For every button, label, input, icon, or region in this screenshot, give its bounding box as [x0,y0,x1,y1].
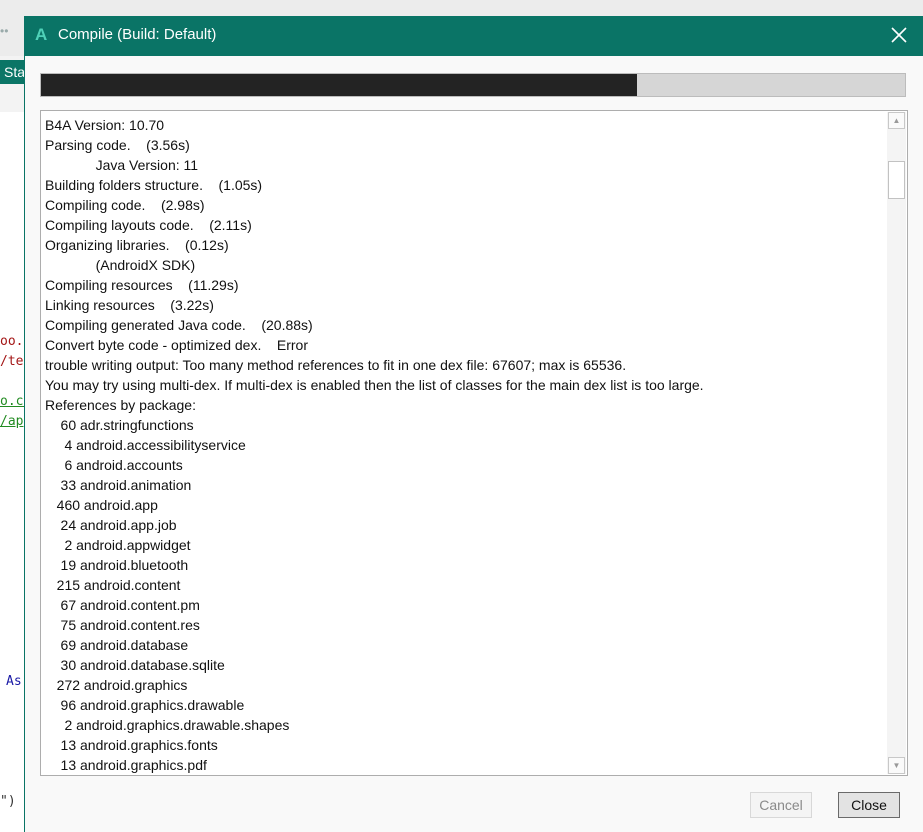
vertical-scrollbar[interactable]: ▲ ▼ [887,112,906,774]
log-line: 460 android.app [45,497,158,513]
compile-log[interactable]: B4A Version: 10.70 Parsing code. (3.56s) … [40,110,908,776]
log-line: Java Version: 11 [45,157,199,173]
compile-dialog: A Compile (Build: Default) B4A Version: … [24,16,923,832]
log-line: Linking resources (3.22s) [45,297,214,313]
log-line: 24 android.app.job [45,517,177,533]
log-line: References by package: [45,397,196,413]
scroll-down-icon[interactable]: ▼ [888,757,905,774]
close-icon[interactable] [886,22,912,48]
b4a-app-icon: A [35,25,48,44]
log-lines: B4A Version: 10.70 Parsing code. (3.56s) … [45,115,704,775]
log-line: 13 android.graphics.fonts [45,737,218,753]
code-fragment: ") [0,794,16,809]
code-fragment: /te [0,354,24,369]
log-line: You may try using multi-dex. If multi-de… [45,377,704,393]
log-line: 6 android.accounts [45,457,183,473]
log-line: Parsing code. (3.56s) [45,137,190,153]
log-line: Compiling generated Java code. (20.88s) [45,317,313,333]
log-line: 67 android.content.pm [45,597,200,613]
log-line: 2 android.graphics.drawable.shapes [45,717,290,733]
code-fragment: As [6,674,22,689]
title-bar[interactable]: A Compile (Build: Default) [25,16,923,56]
progress-bar [40,73,906,97]
log-line: 69 android.database [45,637,189,653]
log-line: Building folders structure. (1.05s) [45,177,263,193]
log-line: 60 adr.stringfunctions [45,417,194,433]
code-fragment: /ap [0,414,24,429]
log-line: 2 android.appwidget [45,537,191,553]
log-line: 19 android.bluetooth [45,557,189,573]
log-line: 96 android.graphics.drawable [45,697,245,713]
more-icon: •• [0,24,9,38]
log-line: Compiling layouts code. (2.11s) [45,217,252,233]
log-line: 30 android.database.sqlite [45,657,225,673]
log-line: trouble writing output: Too many method … [45,357,627,373]
log-line: Convert byte code - optimized dex. Error [45,337,308,353]
scrollbar-thumb[interactable] [888,161,905,199]
log-line: Compiling code. (2.98s) [45,197,205,213]
log-line: 272 android.graphics [45,677,188,693]
log-line: Compiling resources (11.29s) [45,277,239,293]
scroll-up-icon[interactable]: ▲ [888,112,905,129]
progress-fill [41,74,638,96]
log-line: 33 android.animation [45,477,192,493]
log-line: 13 android.graphics.pdf [45,757,207,773]
cancel-button[interactable]: Cancel [750,792,812,818]
log-line: 215 android.content [45,577,181,593]
dialog-title: Compile (Build: Default) [58,26,217,43]
log-line: B4A Version: 10.70 [45,117,165,133]
close-button[interactable]: Close [838,792,900,818]
log-line: 75 android.content.res [45,617,200,633]
log-line: 4 android.accessibilityservice [45,437,246,453]
log-line: Organizing libraries. (0.12s) [45,237,229,253]
log-line: (AndroidX SDK) [45,257,196,273]
